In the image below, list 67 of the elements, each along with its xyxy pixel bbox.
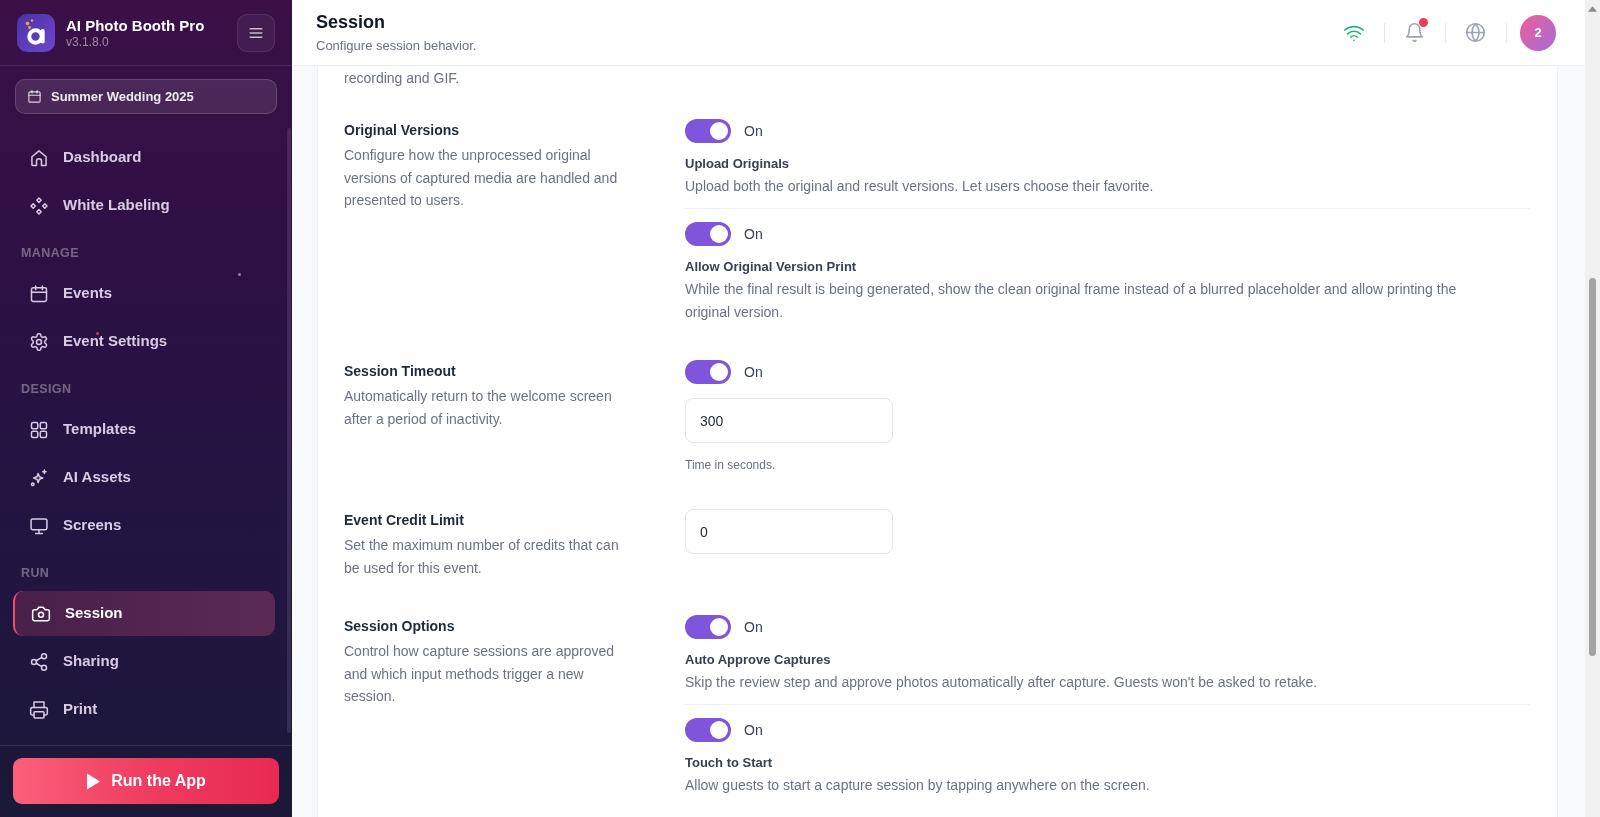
toggle-switch[interactable] — [685, 222, 731, 246]
toggle-state-label: On — [744, 617, 763, 637]
calendar-icon — [29, 283, 49, 304]
option-label: Auto Approve Captures — [685, 651, 832, 669]
calendar-icon — [27, 89, 42, 104]
run-app-button[interactable]: Run the App — [13, 758, 279, 804]
sidebar-scrollbar[interactable] — [287, 128, 291, 733]
page-subtitle: Configure session behavior. — [316, 37, 477, 55]
scrollbar-thumb[interactable] — [1589, 278, 1596, 656]
setting-title: Session Options — [344, 617, 456, 636]
toggle-switch[interactable] — [685, 119, 731, 143]
toggle-switch[interactable] — [685, 718, 731, 742]
setting-description: recording and GIF. — [344, 69, 461, 88]
setting-description: Automatically return to the welcome screen after a period of inactivity. — [344, 387, 613, 429]
gear-icon — [29, 331, 49, 352]
number-input[interactable]: 300 — [685, 398, 893, 443]
sidebar-item[interactable]: Screens — [13, 503, 275, 548]
bell-icon[interactable] — [1404, 22, 1425, 43]
sidebar-item[interactable]: AI Assets — [13, 455, 275, 500]
logo-icon — [17, 13, 55, 52]
option-description: Upload both the original and result versions. Let users choose their favorite. — [685, 177, 1155, 196]
nav-section-heading: DESIGN — [20, 381, 73, 397]
option-label: Touch to Start — [685, 754, 774, 772]
monitor-icon — [29, 515, 49, 536]
toggle-state-label: On — [744, 121, 763, 141]
app-version: v3.1.8.0 — [66, 34, 110, 50]
nav-section-heading: RUN — [20, 565, 51, 581]
sidebar-item[interactable]: Templates — [13, 407, 275, 452]
sidebar-item[interactable]: Events — [13, 271, 275, 316]
option-description: Skip the review step and approve photos automatically after capture. Guests won't be asked to retake. — [685, 673, 1319, 692]
setting-description: Set the maximum number of credits that can be used for this event. — [344, 536, 620, 578]
toggle-state-label: On — [744, 362, 763, 382]
sidebar-item[interactable]: Dashboard — [13, 135, 275, 180]
input-hint: Time in seconds. — [685, 457, 777, 473]
sparkles-icon — [29, 467, 49, 488]
sidebar-item[interactable]: Print — [13, 687, 275, 732]
event-selector[interactable]: Summer Wedding 2025 — [15, 79, 277, 114]
scroll-up-arrow-icon[interactable] — [1588, 6, 1597, 12]
setting-description: Configure how the unprocessed original versions of captured media are handled and presented to users. — [344, 146, 619, 210]
setting-title: Event Credit Limit — [344, 511, 465, 530]
option-label: Upload Originals — [685, 155, 790, 173]
grid-icon — [29, 419, 49, 440]
toggle-switch[interactable] — [685, 360, 731, 384]
toggle-switch[interactable] — [685, 615, 731, 639]
sidebar-item[interactable]: Event Settings — [13, 319, 275, 364]
play-icon — [86, 772, 102, 790]
sidebar-item[interactable]: White Labeling — [13, 183, 275, 228]
page-title: Session — [316, 11, 387, 34]
diamonds-icon — [29, 195, 49, 216]
sidebar-item[interactable]: Session — [13, 591, 275, 636]
option-description: Allow guests to start a capture session by tapping anywhere on the screen. — [685, 776, 1151, 795]
home-icon — [29, 147, 49, 168]
setting-title: Original Versions — [344, 121, 461, 140]
globe-icon[interactable] — [1465, 22, 1486, 43]
toggle-state-label: On — [744, 224, 763, 244]
number-input[interactable]: 0 — [685, 509, 893, 554]
setting-title: Session Timeout — [344, 362, 457, 381]
share-icon — [29, 651, 49, 672]
setting-description: Control how capture sessions are approved and which input methods trigger a new session. — [344, 642, 616, 706]
option-label: Allow Original Version Print — [685, 258, 858, 276]
sidebar-item[interactable]: Sharing — [13, 639, 275, 684]
option-description: While the final result is being generated, show the clean original frame instead of a blurred placeholder and allow printing the original version. — [685, 280, 1458, 322]
menu-button[interactable] — [237, 13, 275, 52]
printer-icon — [29, 699, 49, 720]
nav-section-heading: MANAGE — [20, 245, 80, 261]
toggle-state-label: On — [744, 720, 763, 740]
app-name: AI Photo Booth Pro — [66, 15, 205, 35]
